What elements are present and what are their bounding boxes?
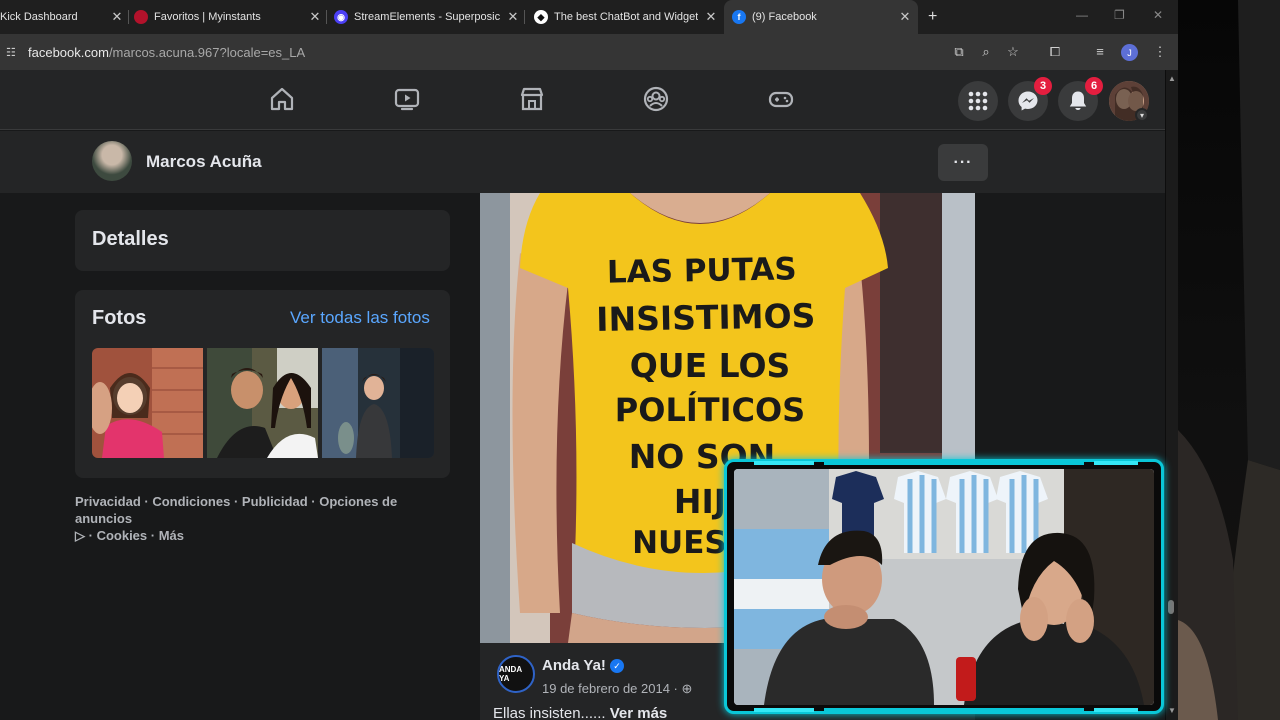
bookmark-star-icon[interactable]: ☆	[1004, 44, 1022, 60]
menu-grid-button[interactable]	[958, 81, 998, 121]
address-bar-row: ☷ facebook.com/marcos.acuna.967?locale=e…	[0, 34, 1178, 70]
tab-myinstants[interactable]: Favoritos | Myinstants ✕	[134, 0, 322, 34]
chevron-down-icon[interactable]: ▾	[1135, 108, 1149, 122]
minimize-icon[interactable]: —	[1076, 8, 1088, 22]
terms-link[interactable]: Condiciones	[152, 494, 230, 509]
post-text: Ellas insisten...... Ver más	[493, 705, 668, 720]
background-camera-strip	[1178, 0, 1280, 720]
more-link[interactable]: Más	[159, 528, 184, 543]
tab-chatbot[interactable]: ◆ The best ChatBot and Widgets ✕	[534, 0, 718, 34]
site-settings-icon[interactable]: ☷	[6, 46, 20, 59]
facebook-top-nav: 3 6 ▾	[0, 70, 1165, 130]
groups-icon[interactable]	[642, 85, 670, 113]
page-scrollbar[interactable]	[1166, 70, 1178, 720]
verified-badge-icon: ✓	[610, 659, 624, 673]
close-icon[interactable]: ✕	[506, 9, 520, 25]
facebook-icon: f	[732, 10, 746, 24]
profile-avatar[interactable]	[92, 141, 132, 181]
details-title: Detalles	[92, 228, 169, 250]
details-card: Detalles	[75, 210, 450, 271]
tab-kick-dashboard[interactable]: Kick Dashboard ✕	[0, 0, 124, 34]
shirt-text-line: QUE LOS	[630, 346, 791, 385]
privacy-link[interactable]: Privacidad	[75, 494, 141, 509]
browser-tab-bar: Kick Dashboard ✕ Favoritos | Myinstants …	[0, 0, 1178, 34]
shirt-text-line: INSISTIMOS	[596, 296, 816, 339]
tab-facebook[interactable]: f (9) Facebook ✕	[724, 0, 918, 34]
myinstants-icon	[134, 10, 148, 24]
tab-title: Kick Dashboard	[0, 11, 78, 23]
watch-video-icon[interactable]	[393, 85, 421, 113]
media-queue-icon[interactable]: ≡	[1091, 44, 1109, 59]
window-close-icon[interactable]: ✕	[1153, 8, 1163, 22]
chatbot-icon: ◆	[534, 10, 548, 24]
close-icon[interactable]: ✕	[898, 9, 912, 25]
install-app-icon[interactable]: ⧉	[950, 44, 968, 60]
extensions-icon[interactable]: ⧠	[1046, 44, 1064, 60]
footer-links: Privacidad · Condiciones · Publicidad · …	[75, 494, 398, 543]
messenger-badge: 3	[1034, 77, 1052, 95]
close-icon[interactable]: ✕	[704, 9, 718, 25]
photo-thumbnail[interactable]	[322, 348, 434, 458]
see-all-photos-link[interactable]: Ver todas las fotos	[290, 308, 430, 328]
profile-header-bar: Marcos Acuña ···	[0, 131, 1165, 193]
photos-title: Fotos	[92, 307, 147, 329]
scroll-down-icon[interactable]: ▼	[1166, 706, 1178, 715]
tab-title: StreamElements - Superposicio	[354, 11, 500, 23]
zoom-icon[interactable]: ⌕	[977, 44, 995, 60]
profile-name[interactable]: Marcos Acuña	[146, 152, 262, 172]
photo-thumbnail[interactable]	[92, 348, 203, 458]
close-icon[interactable]: ✕	[308, 9, 322, 25]
webcam-overlay	[724, 459, 1164, 714]
see-more-link[interactable]: Ver más	[610, 705, 668, 720]
marketplace-icon[interactable]	[518, 85, 546, 113]
address-bar[interactable]: ☷ facebook.com/marcos.acuna.967?locale=e…	[0, 38, 1080, 66]
restore-icon[interactable]: ❐	[1114, 8, 1125, 22]
grid-menu-icon	[968, 91, 988, 111]
advertising-link[interactable]: Publicidad	[242, 494, 308, 509]
ad-choices-icon[interactable]: ▷	[75, 528, 85, 543]
tab-title: Favoritos | Myinstants	[154, 11, 261, 23]
tab-streamelements[interactable]: ◉ StreamElements - Superposicio ✕	[334, 0, 520, 34]
gaming-icon[interactable]	[767, 85, 795, 113]
messenger-icon	[1018, 91, 1038, 111]
scroll-up-icon[interactable]: ▲	[1166, 74, 1178, 83]
streamelements-icon: ◉	[334, 10, 348, 24]
notifications-badge: 6	[1085, 77, 1103, 95]
tab-title: The best ChatBot and Widgets	[554, 11, 698, 23]
more-options-button[interactable]: ···	[938, 144, 988, 181]
plus-icon[interactable]: +	[928, 8, 937, 26]
menu-kebab-icon[interactable]: ⋮	[1151, 44, 1169, 60]
post-author-name[interactable]: Anda Ya!	[542, 657, 606, 674]
tab-title: (9) Facebook	[752, 11, 817, 23]
close-icon[interactable]: ✕	[110, 9, 124, 25]
photo-thumbnail[interactable]	[207, 348, 318, 458]
globe-icon: ⊕	[681, 681, 693, 696]
post-date[interactable]: 19 de febrero de 2014 · ⊕	[542, 681, 692, 697]
post-author-avatar[interactable]: ANDA YA	[497, 655, 535, 693]
bell-icon	[1069, 91, 1087, 111]
shirt-text-line: HIJ	[674, 482, 726, 521]
cookies-link[interactable]: Cookies	[97, 528, 148, 543]
home-icon[interactable]	[268, 85, 296, 113]
shirt-text-line: POLÍTICOS	[615, 391, 805, 429]
scroll-thumb[interactable]	[1168, 600, 1174, 614]
url-text[interactable]: facebook.com/marcos.acuna.967?locale=es_…	[28, 45, 305, 60]
webcam-video	[734, 469, 1154, 705]
shirt-text-line: LAS PUTAS	[607, 251, 797, 290]
profile-avatar[interactable]: J	[1121, 44, 1138, 61]
